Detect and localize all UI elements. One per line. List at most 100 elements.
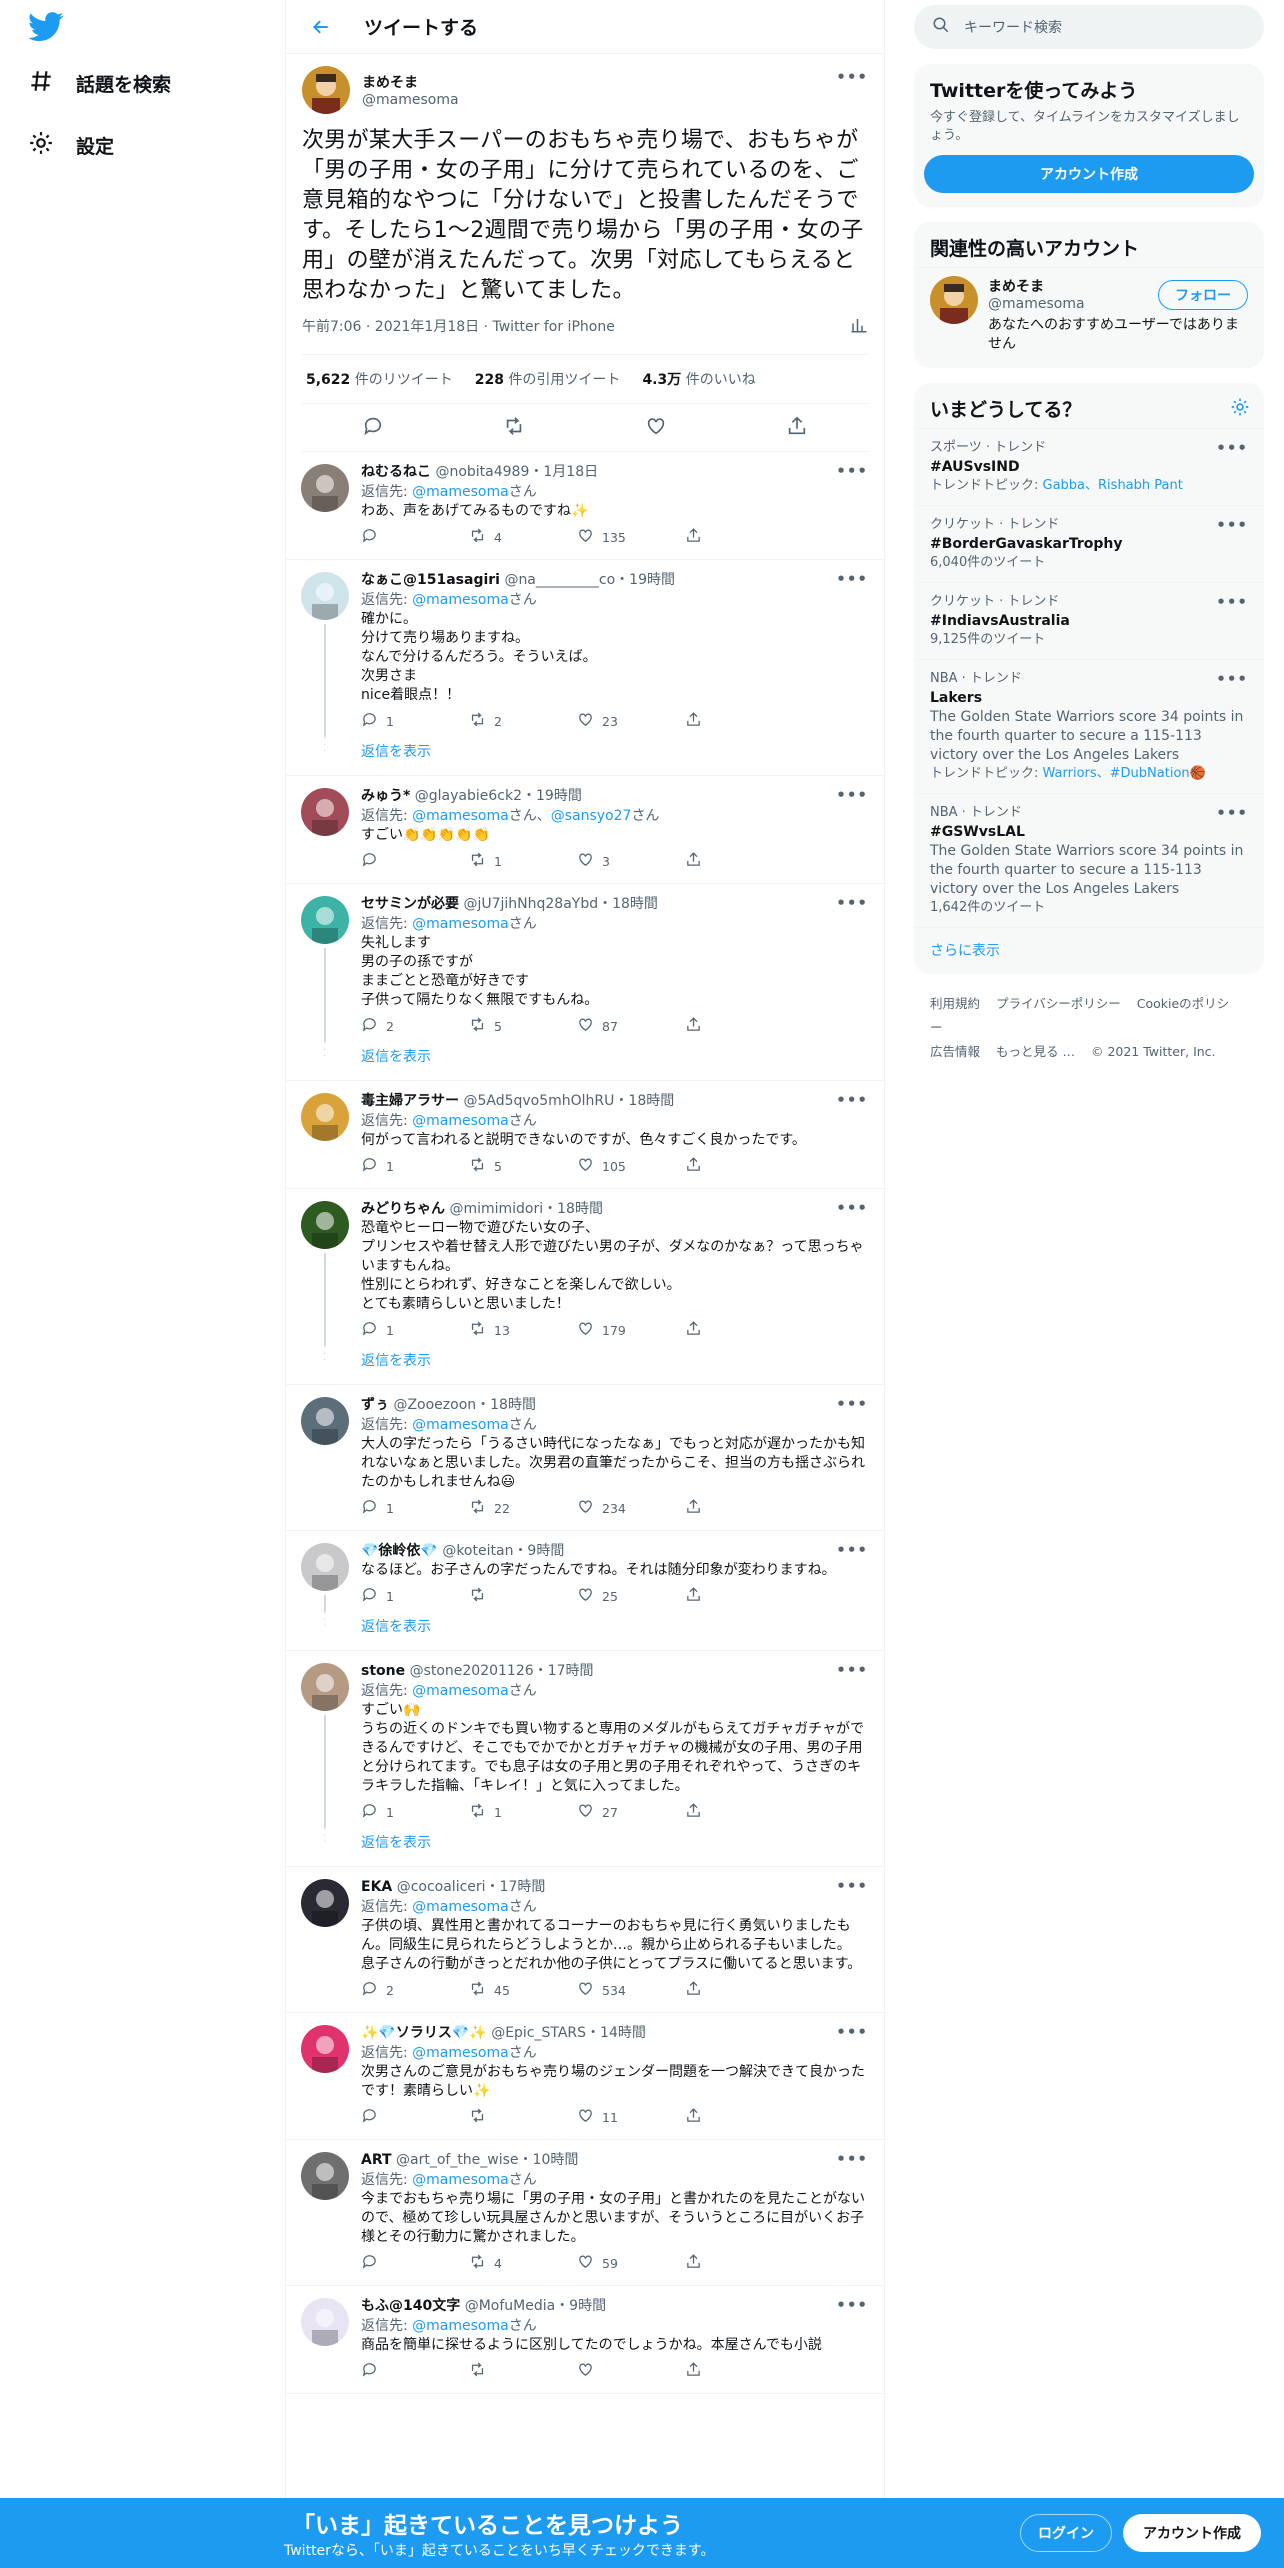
share-button[interactable]: [685, 2107, 793, 2127]
reply-author-handle[interactable]: @Epic_STARS: [491, 2025, 586, 2041]
reply-button[interactable]: 1: [361, 711, 469, 731]
reply-author-handle[interactable]: @mimimidori: [449, 1201, 543, 1217]
reply-time[interactable]: ・17時間: [486, 1879, 546, 1895]
reply-time[interactable]: ・18時間: [614, 1093, 674, 1109]
trend-item[interactable]: ••• NBA · トレンド #GSWvsLAL The Golden State W…: [914, 793, 1264, 927]
like-button[interactable]: 27: [577, 1802, 685, 1822]
reply-button[interactable]: 1: [361, 1498, 469, 1518]
share-button[interactable]: [685, 1320, 793, 1340]
reply-author-name[interactable]: 毒主婦アラサー: [361, 1093, 459, 1109]
reply-to[interactable]: 返信先: @mamesomaさん: [361, 1111, 868, 1131]
reply-tweet[interactable]: ••• 毒主婦アラサー @5Ad5qvo5mhOlhRU・18時間返信先: @ma…: [286, 1081, 884, 1188]
reply-tweet[interactable]: ••• ずぅ @Zooezoon・18時間 返信先: @mamesomaさん 大人の字…: [286, 1385, 884, 1530]
reply-to[interactable]: 返信先: @mamesomaさん: [361, 1415, 868, 1435]
reply-author-name[interactable]: stone: [361, 1663, 405, 1679]
more-options-icon[interactable]: •••: [836, 786, 868, 804]
reply-time[interactable]: ・19時間: [615, 572, 675, 588]
reply-author-handle[interactable]: @5Ad5qvo5mhOlhRU: [463, 1093, 614, 1109]
more-options-icon[interactable]: •••: [836, 1091, 868, 1109]
show-more-trends[interactable]: さらに表示: [914, 927, 1264, 974]
reply-to[interactable]: 返信先: @mamesomaさん: [361, 482, 868, 502]
show-replies-link[interactable]: · · · 返信を表示: [286, 1610, 884, 1650]
reply-author-name[interactable]: みゅう*: [361, 788, 410, 804]
trend-item[interactable]: ••• クリケット · トレンド #BorderGavaskarTrophy 6,04…: [914, 505, 1264, 582]
show-replies-link[interactable]: · · · 返信を表示: [286, 735, 884, 775]
like-button[interactable]: 234: [577, 1498, 685, 1518]
reply-author-name[interactable]: ねむるねこ: [361, 464, 431, 480]
reply-tweet[interactable]: ••• 💎徐岭依💎 @koteitan・9時間 なるほど。お子さんの字だったんですね…: [286, 1531, 884, 1612]
reply-time[interactable]: ・18時間: [543, 1201, 603, 1217]
more-options-icon[interactable]: •••: [836, 894, 868, 912]
back-arrow-icon[interactable]: [306, 12, 336, 42]
like-button[interactable]: 534: [577, 1980, 685, 2000]
trend-name[interactable]: #GSWvsLAL: [930, 822, 1248, 842]
reply-author-handle[interactable]: @cocoaliceri: [397, 1879, 486, 1895]
like-button[interactable]: [577, 2361, 685, 2381]
share-button[interactable]: [685, 851, 793, 871]
like-button[interactable]: 23: [577, 711, 685, 731]
trend-name[interactable]: Lakers: [930, 688, 1248, 708]
retweets-stat[interactable]: 5,622 件のリツイート: [306, 369, 453, 389]
reply-button[interactable]: [361, 2253, 469, 2273]
retweet-button[interactable]: 5: [469, 1016, 577, 1036]
avatar[interactable]: [301, 788, 349, 836]
reply-button[interactable]: 1: [361, 1156, 469, 1176]
more-options-icon[interactable]: •••: [836, 462, 868, 480]
like-icon[interactable]: [645, 415, 667, 441]
settings-gear-icon[interactable]: [1230, 397, 1250, 421]
trend-name[interactable]: #BorderGavaskarTrophy: [930, 534, 1248, 554]
share-button[interactable]: [685, 527, 793, 547]
reply-author-handle[interactable]: @MofuMedia: [465, 2298, 556, 2314]
reply-to[interactable]: 返信先: @mamesomaさん: [361, 1681, 868, 1701]
reply-time[interactable]: ・9時間: [513, 1543, 564, 1559]
avatar[interactable]: [301, 896, 349, 944]
like-button[interactable]: 25: [577, 1586, 685, 1606]
more-options-icon[interactable]: •••: [836, 1661, 868, 1679]
reply-author-name[interactable]: ✨💎ソラリス💎✨: [361, 2025, 487, 2041]
share-button[interactable]: [685, 1016, 793, 1036]
reply-time[interactable]: ・18時間: [598, 896, 658, 912]
privacy-link[interactable]: プライバシーポリシー: [996, 996, 1121, 1011]
trend-topic-links[interactable]: Gabba、Rishabh Pant: [1043, 478, 1183, 493]
reply-button[interactable]: 1: [361, 1802, 469, 1822]
reply-icon[interactable]: [362, 415, 384, 441]
more-options-icon[interactable]: •••: [1216, 670, 1248, 688]
reply-tweet[interactable]: ••• ART @art_of_the_wise・10時間 返信先: @mameso…: [286, 2140, 884, 2285]
avatar[interactable]: [301, 1543, 349, 1591]
retweet-button[interactable]: [469, 1586, 577, 1606]
retweet-button[interactable]: 4: [469, 527, 577, 547]
share-button[interactable]: [685, 1980, 793, 2000]
reply-tweet[interactable]: ••• EKA @cocoaliceri・17時間 返信先: @mamesomaさん…: [286, 1867, 884, 2012]
analytics-icon[interactable]: [850, 316, 868, 338]
reply-tweet[interactable]: ••• セサミンが必要 @jU7jihNhq28aYbd・18時間 返信先: @ma…: [286, 884, 884, 1042]
terms-link[interactable]: 利用規約: [930, 996, 980, 1011]
reply-author-name[interactable]: みどりちゃん: [361, 1201, 445, 1217]
likes-stat[interactable]: 4.3万 件のいいね: [642, 369, 755, 389]
reply-time[interactable]: ・14時間: [586, 2025, 646, 2041]
reply-time[interactable]: ・19時間: [522, 788, 582, 804]
reply-author-name[interactable]: もふ@140文字: [361, 2298, 460, 2314]
reply-author-handle[interactable]: @nobita4989: [435, 464, 529, 480]
avatar[interactable]: [301, 1879, 349, 1927]
retweet-button[interactable]: 5: [469, 1156, 577, 1176]
reply-button[interactable]: 2: [361, 1016, 469, 1036]
reply-to[interactable]: 返信先: @mamesomaさん: [361, 1897, 868, 1917]
retweet-button[interactable]: [469, 2361, 577, 2381]
avatar[interactable]: [301, 1093, 349, 1141]
more-options-icon[interactable]: •••: [1216, 593, 1248, 611]
more-options-icon[interactable]: •••: [1216, 804, 1248, 822]
reply-author-handle[interactable]: @stone20201126: [410, 1663, 534, 1679]
reply-button[interactable]: 2: [361, 1980, 469, 2000]
author-handle[interactable]: @mamesoma: [362, 92, 459, 108]
trend-name[interactable]: #AUSvsIND: [930, 457, 1248, 477]
like-button[interactable]: 59: [577, 2253, 685, 2273]
trend-item[interactable]: ••• NBA · トレンド Lakers The Golden State Warr…: [914, 659, 1264, 793]
reply-tweet[interactable]: ••• ねむるねこ @nobita4989・1月18日 返信先: @mamesoma…: [286, 452, 884, 559]
retweet-button[interactable]: 22: [469, 1498, 577, 1518]
reply-author-name[interactable]: ART: [361, 2152, 392, 2168]
reply-author-handle[interactable]: @na_________co: [504, 572, 615, 588]
reply-tweet[interactable]: ••• なぁこ@151asagiri @na_________co・19時間 返信先…: [286, 560, 884, 737]
reply-author-name[interactable]: なぁこ@151asagiri: [361, 572, 500, 588]
more-options-icon[interactable]: •••: [836, 1199, 868, 1217]
reply-time[interactable]: ・17時間: [534, 1663, 594, 1679]
